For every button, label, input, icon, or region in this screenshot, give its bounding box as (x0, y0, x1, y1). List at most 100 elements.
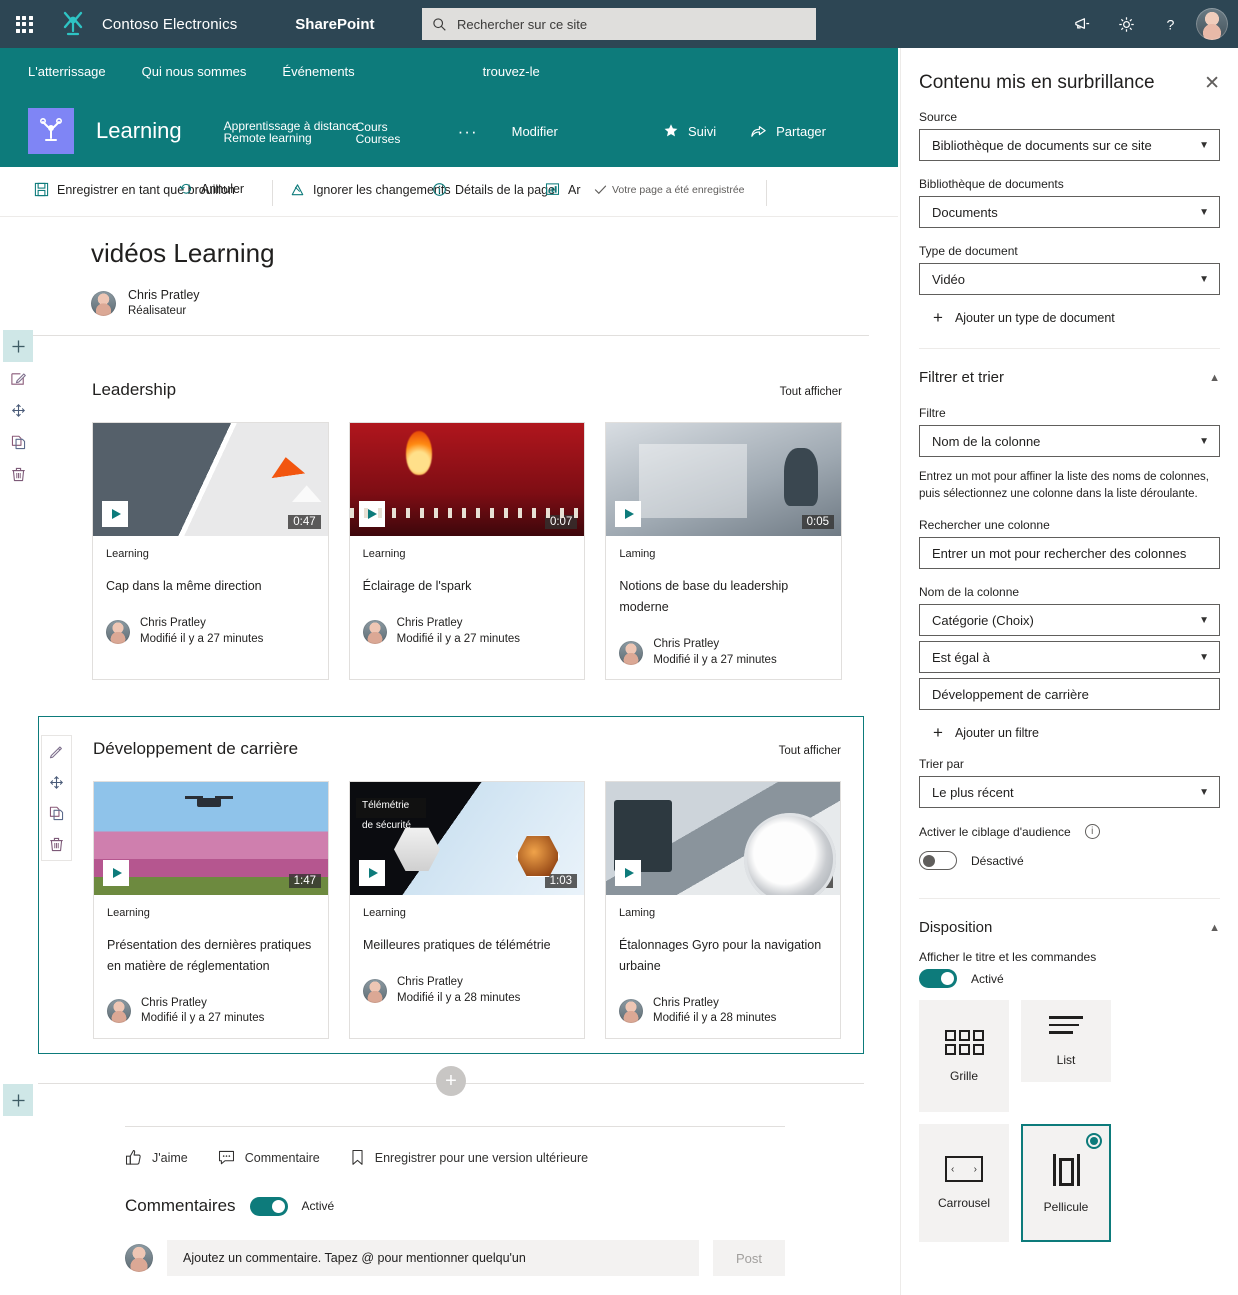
page-details-icon (433, 183, 446, 196)
video-thumbnail[interactable]: 0:47 (93, 423, 328, 537)
add-section-button[interactable]: + (436, 1066, 466, 1097)
comment-label: Commentaire (244, 1150, 320, 1165)
see-all-link[interactable]: Tout afficher (780, 386, 842, 398)
video-thumbnail[interactable]: 0:07 (349, 423, 585, 537)
webpart-leadership[interactable]: Leadership Tout afficher 0:47 Learning C… (38, 358, 864, 694)
see-all-link[interactable]: Tout afficher (779, 745, 841, 757)
doctype-dropdown[interactable]: Vidéo ▼ (919, 263, 1220, 295)
author-avatar (91, 290, 116, 316)
card-title[interactable]: Notions de base du leadership moderne (619, 576, 828, 617)
page-details-button[interactable]: Détails de la page (432, 182, 555, 197)
delete-section-button[interactable] (3, 458, 33, 490)
filter-sort-section-header[interactable]: Filtrer et trier ▲ (919, 349, 1220, 390)
add-webpart-button[interactable] (3, 330, 33, 362)
play-icon[interactable] (359, 860, 385, 887)
play-icon[interactable] (102, 501, 128, 528)
library-dropdown[interactable]: Documents ▼ (919, 196, 1220, 228)
video-card[interactable]: 1:47 Learning Présentation des dernières… (93, 781, 329, 1040)
suite-bar: Contoso Electronics SharePoint Recherche… (0, 0, 1238, 48)
layout-option-filmstrip[interactable]: Pellicule (1021, 1124, 1111, 1243)
column-name-dropdown[interactable]: Catégorie (Choix) ▼ (919, 604, 1220, 637)
card-title[interactable]: Présentation des dernières pratiques en … (107, 935, 315, 976)
play-icon[interactable] (103, 860, 129, 887)
comment-button[interactable]: Commentaire (218, 1149, 320, 1166)
layout-section-header[interactable]: Disposition ▲ (919, 899, 1220, 940)
header-nav-remote-en[interactable]: Remote learning (224, 131, 312, 145)
brand-name[interactable]: Contoso Electronics (102, 16, 237, 33)
add-doctype-button[interactable]: + Ajouter un type de document (919, 309, 1220, 326)
header-overflow-icon[interactable]: ··· (458, 123, 478, 140)
megaphone-icon[interactable] (1060, 0, 1104, 48)
video-card[interactable]: 0:05 Laming Notions de base du leadershi… (605, 422, 843, 681)
help-icon[interactable]: ? (1148, 0, 1192, 48)
move-section-button[interactable] (3, 394, 33, 426)
comment-input[interactable]: Ajoutez un commentaire. Tapez @ pour men… (167, 1240, 699, 1277)
edit-webpart-button[interactable] (42, 736, 71, 767)
sitenav-item-2[interactable]: Événements (282, 64, 354, 79)
author-name: Chris Pratley (128, 288, 200, 302)
video-thumbnail[interactable]: 1:47 (94, 782, 328, 896)
search-column-input[interactable]: Entrer un mot pour rechercher des colonn… (919, 537, 1220, 570)
site-title[interactable]: Learning (96, 118, 182, 144)
sort-field: Trier par Le plus récent ▼ (919, 757, 1220, 809)
avatar[interactable] (1196, 8, 1228, 40)
video-card[interactable]: Télémétrie de sécurité 1:03 Learning Mei… (349, 781, 585, 1040)
layout-option-grid[interactable]: Grille (919, 1000, 1009, 1113)
close-icon[interactable]: ✕ (1204, 74, 1220, 93)
gear-icon[interactable] (1104, 0, 1148, 48)
show-title-toggle[interactable] (919, 969, 957, 989)
sitenav-item-1[interactable]: Qui nous sommes (142, 64, 247, 79)
card-title[interactable]: Éclairage de l'spark (363, 576, 572, 597)
sitenav-item-0[interactable]: L'atterrissage (28, 64, 106, 79)
discard-changes-button[interactable]: Ignorer les changements (290, 182, 451, 197)
post-comment-button[interactable]: Post (713, 1240, 785, 1277)
video-card[interactable]: 0:07 Learning Éclairage de l'spark Chris… (348, 422, 586, 681)
info-icon[interactable]: i (1084, 824, 1100, 840)
move-webpart-button[interactable] (42, 767, 71, 798)
source-dropdown[interactable]: Bibliothèque de documents sur ce site ▼ (919, 129, 1220, 161)
search-input[interactable]: Rechercher sur ce site (422, 8, 816, 40)
video-thumbnail[interactable]: 1:23 (606, 782, 840, 896)
edit-section-button[interactable] (3, 362, 33, 394)
save-for-later-button[interactable]: Enregistrer pour une version ultérieure (350, 1149, 588, 1166)
list-icon (1049, 1016, 1083, 1039)
cancel-button[interactable]: Annuler (179, 182, 244, 196)
sort-dropdown[interactable]: Le plus récent ▼ (919, 776, 1220, 809)
webpart-career-development[interactable]: Développement de carrière Tout afficher … (38, 716, 864, 1055)
video-card[interactable]: 1:23 Laming Étalonnages Gyro pour la nav… (605, 781, 841, 1040)
app-launcher-icon[interactable] (0, 0, 48, 48)
operand-input[interactable]: Développement de carrière (919, 678, 1220, 711)
video-thumbnail[interactable]: Télémétrie de sécurité 1:03 (350, 782, 584, 896)
like-button[interactable]: J'aime (125, 1149, 188, 1166)
video-card[interactable]: 0:47 Learning Cap dans la même direction… (92, 422, 329, 681)
card-title[interactable]: Meilleures pratiques de télémétrie (363, 935, 571, 956)
duplicate-section-button[interactable] (3, 426, 33, 458)
delete-webpart-button[interactable] (42, 829, 71, 860)
card-title[interactable]: Cap dans la même direction (106, 576, 315, 597)
add-filter-button[interactable]: + Ajouter un filtre (919, 724, 1220, 741)
analytics-button[interactable]: Ar (545, 182, 581, 197)
header-edit-link[interactable]: Modifier (512, 124, 558, 139)
follow-button[interactable]: Suivi (663, 123, 716, 139)
play-icon[interactable] (615, 860, 641, 887)
play-icon[interactable] (615, 501, 642, 528)
operator-dropdown[interactable]: Est égal à ▼ (919, 641, 1220, 674)
video-duration: 0:05 (801, 515, 835, 530)
comments-toggle[interactable] (249, 1196, 288, 1216)
add-icon (11, 339, 25, 353)
header-nav-courses-en[interactable]: Courses (356, 132, 401, 146)
duplicate-webpart-button[interactable] (42, 798, 71, 829)
sitenav-item-3[interactable]: trouvez-le (483, 64, 540, 79)
add-webpart-bottom-button[interactable] (3, 1084, 33, 1116)
card-title[interactable]: Étalonnages Gyro pour la navigation urba… (619, 935, 827, 976)
audience-toggle[interactable] (919, 851, 957, 871)
share-button[interactable]: Partager (750, 123, 826, 139)
suite-app-name[interactable]: SharePoint (295, 16, 374, 33)
layout-option-carousel[interactable]: ‹ › Carrousel (919, 1124, 1009, 1243)
play-icon[interactable] (358, 501, 385, 528)
filter-dropdown[interactable]: Nom de la colonne ▼ (919, 425, 1220, 457)
layout-option-list[interactable]: List (1021, 1000, 1111, 1083)
search-column-label: Rechercher une colonne (919, 518, 1050, 533)
layout-name: Grille (949, 1068, 978, 1083)
video-thumbnail[interactable]: 0:05 (606, 423, 842, 537)
